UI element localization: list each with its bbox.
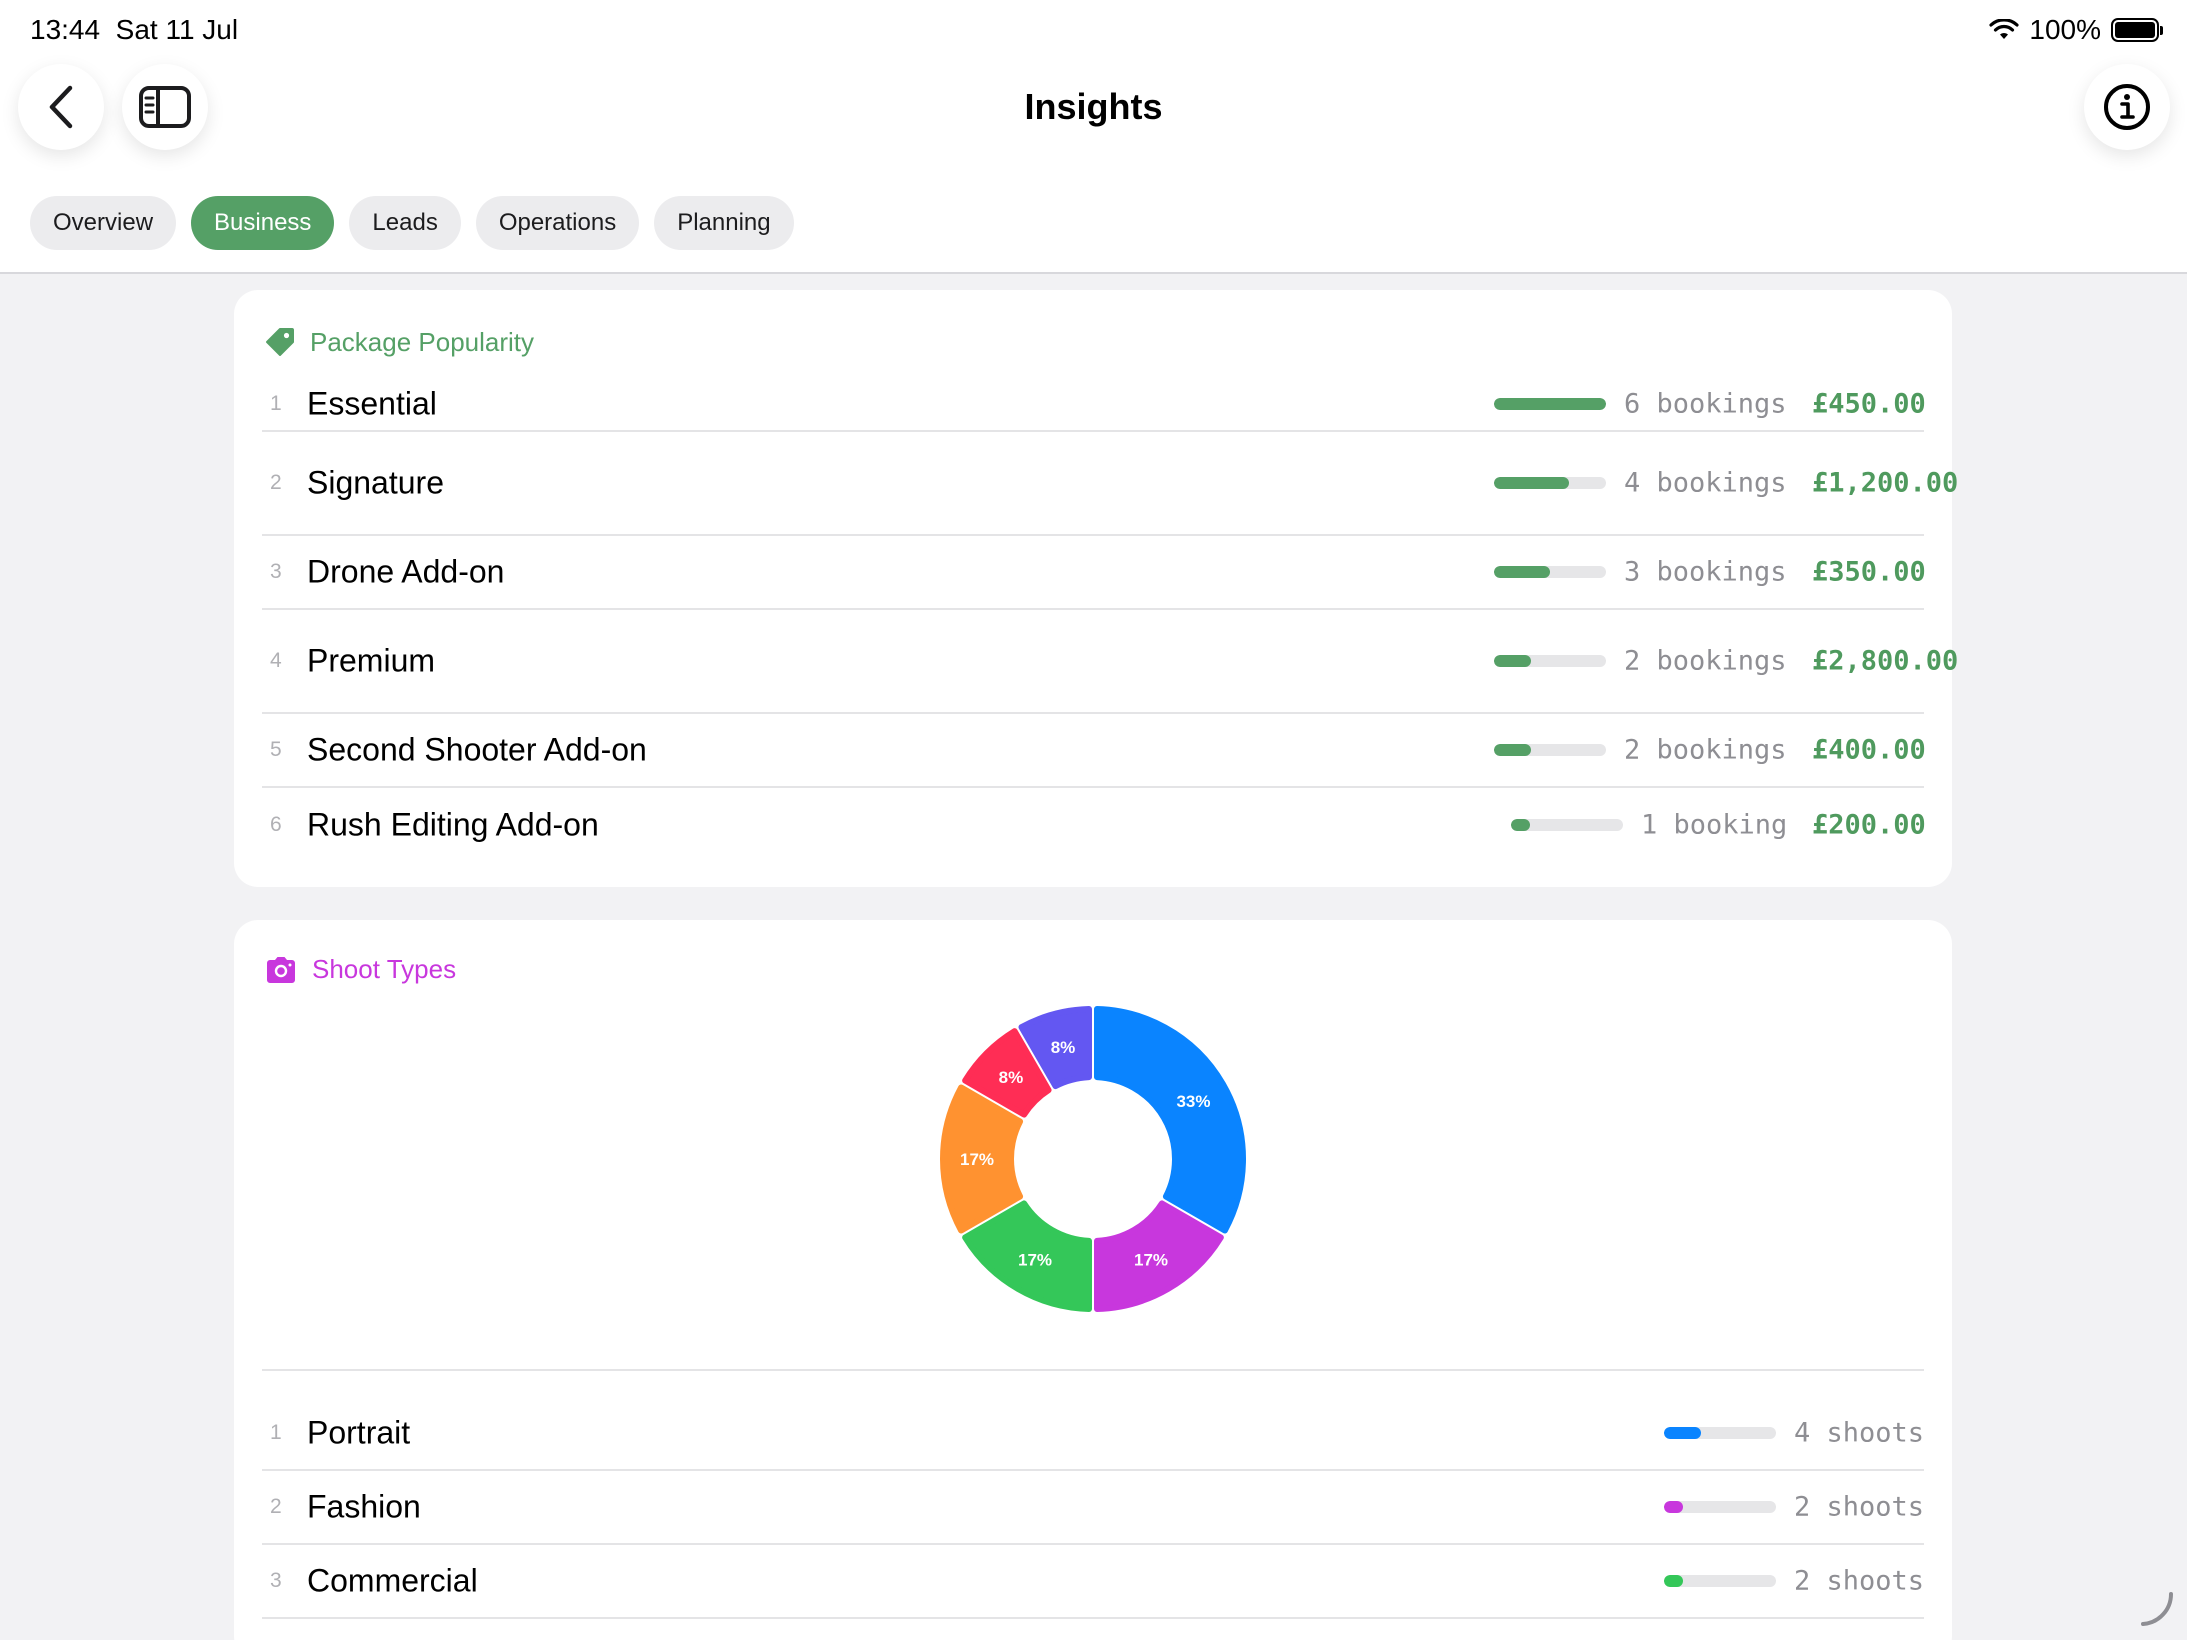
shoot-count: 2 shoots	[1794, 1491, 1925, 1523]
booking-count: 4 bookings	[1624, 467, 1787, 499]
tag-icon	[266, 328, 294, 356]
resize-handle-icon	[2141, 1592, 2174, 1626]
booking-count: 2 bookings	[1624, 734, 1787, 766]
shoot-type-row[interactable]: 2 Fashion 2 shoots	[262, 1471, 1924, 1545]
shoot-type-name: Commercial	[307, 1562, 478, 1599]
package-row[interactable]: 2 Signature 4 bookings £1,200.00	[262, 432, 1959, 536]
package-name: Drone Add-on	[307, 553, 505, 590]
shoot-types-label: Shoot Types	[312, 954, 457, 984]
battery-icon	[2111, 18, 2163, 42]
shoot-types-donut-chart: 33% 17% 17% 17% 8% 8%	[940, 1006, 1246, 1312]
battery-percentage: 100%	[2029, 14, 2101, 45]
tab-operations[interactable]: Operations	[475, 196, 640, 250]
rank: 3	[270, 1569, 282, 1592]
package-revenue: £1,200.00	[1812, 467, 1959, 499]
top-bar: 13:44 Sat 11 Jul 100% Insights Overview …	[0, 0, 2187, 274]
package-popularity-label: Package Popularity	[310, 326, 535, 357]
shoot-type-name: Fashion	[307, 1488, 421, 1525]
bar-fill	[1664, 1575, 1683, 1587]
package-name: Signature	[307, 464, 444, 501]
package-name: Essential	[307, 385, 437, 421]
booking-count: 6 bookings	[1624, 388, 1787, 419]
shoot-types-card: Shoot Types 33% 17% 17% 17% 8% 8% 1 Portrait …	[234, 920, 1952, 1640]
wifi-icon	[1989, 19, 2019, 39]
shoot-type-bar	[1664, 1501, 1776, 1513]
clock: 13:44	[30, 14, 101, 45]
rank: 5	[270, 738, 282, 761]
rank: 3	[270, 560, 282, 583]
package-revenue: £350.00	[1812, 556, 1926, 588]
bar-fill	[1494, 744, 1532, 756]
package-revenue: £2,800.00	[1812, 645, 1959, 677]
shoot-count: 4 shoots	[1794, 1417, 1925, 1449]
donut-slice-label: 17%	[1018, 1250, 1052, 1269]
status-time: 13:44 Sat 11 Jul	[30, 14, 238, 46]
shoot-type-row[interactable]: 1 Portrait 4 shoots	[262, 1397, 1924, 1471]
package-popularity-card: Package Popularity 1 Essential 6 booking…	[234, 290, 1959, 887]
chart-divider	[262, 1369, 1924, 1371]
rank: 1	[270, 1421, 282, 1444]
package-row[interactable]: 4 Premium 2 bookings £2,800.00	[262, 610, 1959, 714]
bar-fill	[1664, 1427, 1702, 1439]
rank: 2	[270, 471, 282, 494]
package-bar	[1494, 397, 1606, 410]
status-indicators: 100%	[1989, 14, 2163, 46]
rank: 6	[270, 813, 282, 836]
bar-fill	[1494, 566, 1550, 578]
bar-fill	[1664, 1501, 1683, 1513]
shoot-type-bar	[1664, 1427, 1776, 1439]
donut-slice-label: 17%	[1134, 1250, 1168, 1269]
package-popularity-title: Package Popularity	[264, 326, 534, 358]
donut-slice[interactable]	[1093, 1006, 1246, 1234]
booking-count: 2 bookings	[1624, 645, 1787, 677]
camera-icon	[267, 956, 295, 983]
package-bar	[1494, 566, 1606, 578]
shoot-types-title: Shoot Types	[264, 954, 456, 985]
bar-fill	[1511, 819, 1530, 831]
tab-leads[interactable]: Leads	[349, 196, 461, 250]
bar-fill	[1494, 655, 1532, 667]
tab-overview[interactable]: Overview	[30, 196, 177, 250]
info-button[interactable]	[2084, 64, 2170, 150]
bar-fill	[1494, 397, 1606, 410]
package-revenue: £450.00	[1812, 388, 1926, 419]
shoot-type-row[interactable]: 3 Commercial 2 shoots	[262, 1545, 1924, 1619]
date: Sat 11 Jul	[115, 14, 239, 45]
package-bar	[1494, 744, 1606, 756]
donut-slice-label: 17%	[960, 1150, 994, 1169]
booking-count: 3 bookings	[1624, 556, 1787, 588]
package-bar	[1511, 819, 1623, 831]
page-title: Insights	[1024, 86, 1163, 127]
segment-tabs: Overview Business Leads Operations Plann…	[30, 196, 794, 250]
rank: 1	[270, 391, 282, 415]
info-icon	[2104, 84, 2150, 130]
shoot-type-bar	[1664, 1575, 1776, 1587]
rank: 2	[270, 1495, 282, 1518]
tab-planning[interactable]: Planning	[654, 196, 794, 250]
shoot-count: 2 shoots	[1794, 1565, 1925, 1597]
donut-slice-label: 33%	[1176, 1092, 1210, 1111]
shoot-type-name: Portrait	[307, 1414, 411, 1451]
package-name: Rush Editing Add-on	[307, 806, 599, 843]
tab-business[interactable]: Business	[191, 196, 335, 250]
package-bar	[1494, 655, 1606, 667]
bar-fill	[1494, 477, 1569, 489]
package-row[interactable]: 6 Rush Editing Add-on 1 booking £200.00	[262, 788, 1926, 862]
package-row[interactable]: 3 Drone Add-on 3 bookings £350.00	[262, 536, 1926, 610]
package-row[interactable]: 5 Second Shooter Add-on 2 bookings £400.…	[262, 714, 1926, 788]
booking-count: 1 booking	[1641, 809, 1788, 841]
package-name: Second Shooter Add-on	[307, 731, 647, 768]
package-row[interactable]: 1 Essential 6 bookings £450.00	[262, 377, 1926, 432]
package-name: Premium	[307, 642, 436, 679]
package-revenue: £400.00	[1812, 734, 1926, 766]
donut-slice-label: 8%	[999, 1068, 1024, 1087]
donut-slice-label: 8%	[1051, 1038, 1076, 1057]
package-revenue: £200.00	[1812, 809, 1926, 841]
package-bar	[1494, 477, 1606, 489]
rank: 4	[270, 649, 282, 672]
